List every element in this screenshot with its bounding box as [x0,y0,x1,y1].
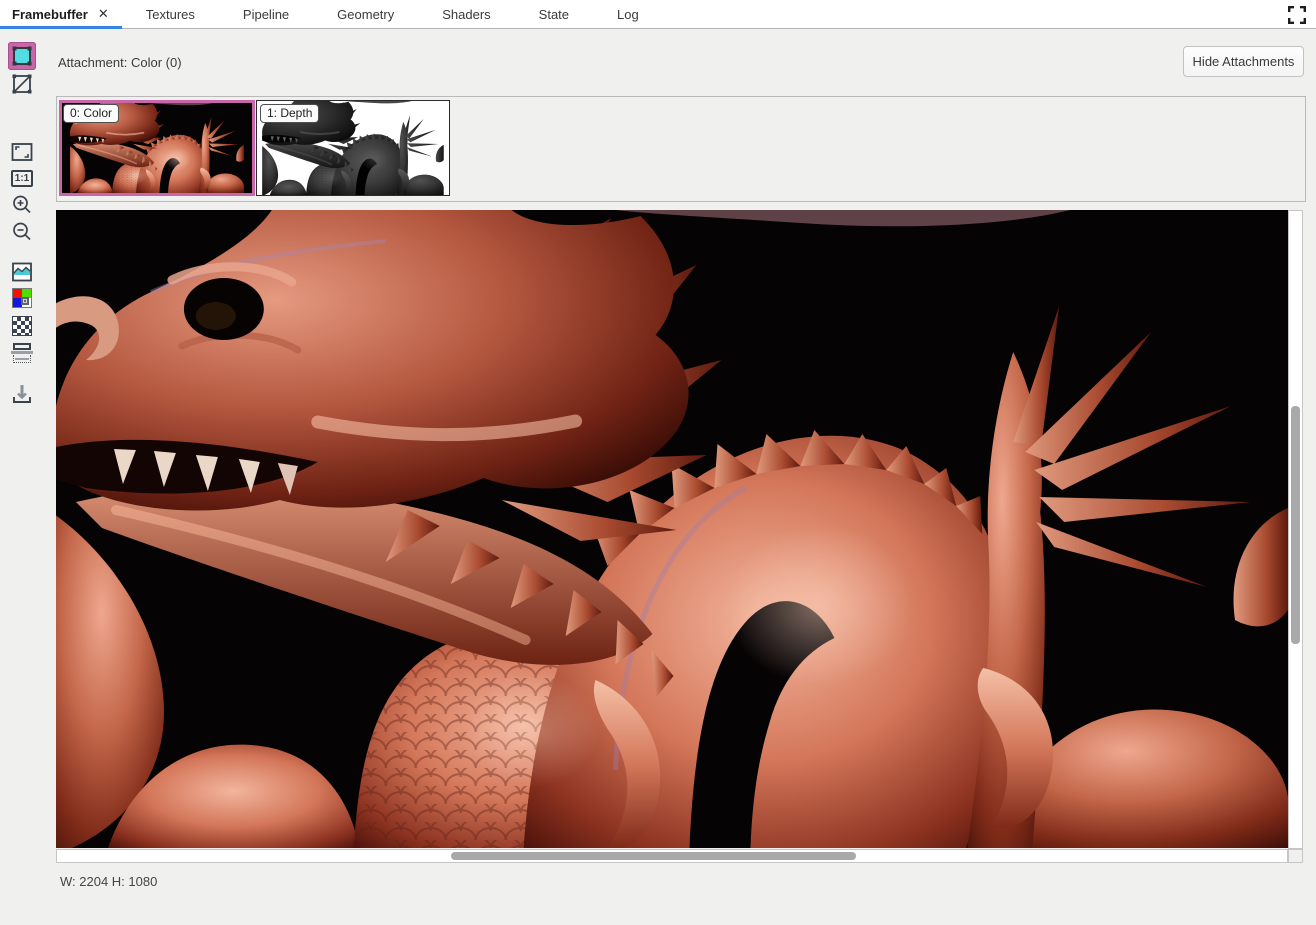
tab-framebuffer[interactable]: Framebuffer ✕ [0,0,122,28]
tab-log-label: Log [617,7,639,22]
vertical-scrollbar[interactable] [1288,210,1303,849]
zoom-out-button[interactable] [8,218,36,246]
color-channels-icon [12,288,32,308]
tab-pipeline-label: Pipeline [243,7,289,22]
tab-geometry[interactable]: Geometry [313,0,418,28]
save-image-button[interactable] [8,380,36,408]
channels-button[interactable] [8,284,36,312]
depth-buffer-icon [11,73,33,95]
color-buffer-icon [11,45,33,67]
depth-buffer-button[interactable] [8,70,36,98]
zoom-fit-icon [11,141,33,163]
tab-pipeline[interactable]: Pipeline [219,0,313,28]
attachment-thumbnail-depth[interactable]: 1: Depth [256,100,450,196]
color-buffer-button[interactable] [8,42,36,70]
tab-textures-label: Textures [146,7,195,22]
tab-log[interactable]: Log [593,0,663,28]
tab-textures[interactable]: Textures [122,0,219,28]
attachments-strip: 0: Color 1: Depth [56,96,1306,202]
viewer-toolbar: 1:1 [0,30,44,925]
attachment-badge: 1: Depth [260,104,319,123]
scrollbar-corner [1288,849,1303,863]
tab-shaders-label: Shaders [442,7,490,22]
checkerboard-icon [12,316,32,336]
background-pattern-button[interactable] [8,312,36,340]
attachment-label: Attachment: Color (0) [58,55,182,70]
zoom-actual-button[interactable]: 1:1 [8,164,36,192]
zoom-in-icon [11,194,33,216]
fullscreen-icon[interactable] [1286,4,1308,26]
vertical-scrollbar-thumb[interactable] [1291,406,1300,644]
hide-attachments-button[interactable]: Hide Attachments [1183,46,1304,77]
zoom-in-button[interactable] [8,191,36,219]
zoom-out-icon [11,221,33,243]
close-tab-icon[interactable]: ✕ [98,6,109,22]
image-size-status: W: 2204 H: 1080 [60,874,157,889]
one-to-one-icon: 1:1 [11,170,33,187]
tab-geometry-label: Geometry [337,7,394,22]
attachment-badge: 0: Color [63,104,119,123]
histogram-icon [11,261,33,283]
framebuffer-image[interactable] [56,210,1288,848]
histogram-button[interactable] [8,258,36,286]
framebuffer-render [56,210,1288,848]
tab-state[interactable]: State [515,0,593,28]
tab-framebuffer-label: Framebuffer [12,7,88,22]
horizontal-scrollbar[interactable] [56,849,1288,863]
zoom-to-fit-button[interactable] [8,138,36,166]
flip-vertically-button[interactable] [8,339,36,367]
horizontal-scrollbar-thumb[interactable] [451,852,856,860]
tab-bar: Framebuffer ✕ Textures Pipeline Geometry… [0,0,1316,29]
tab-state-label: State [539,7,569,22]
save-image-icon [11,383,33,405]
attachment-thumbnail-color[interactable]: 0: Color [59,100,255,196]
flip-vertical-icon [11,342,33,364]
tab-shaders[interactable]: Shaders [418,0,514,28]
